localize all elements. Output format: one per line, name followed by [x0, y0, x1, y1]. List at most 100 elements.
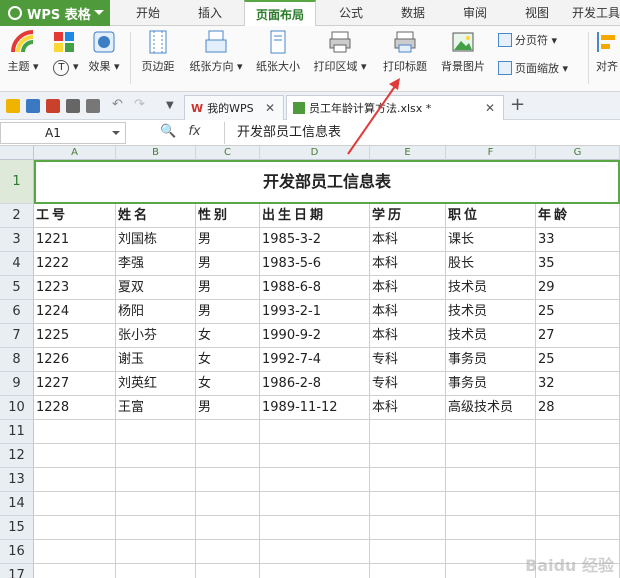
empty-cell[interactable]: [446, 468, 536, 492]
table-cell[interactable]: 张小芬: [116, 324, 196, 348]
row-header[interactable]: 1: [0, 160, 34, 204]
table-cell[interactable]: 1224: [34, 300, 116, 324]
table-cell[interactable]: 专科: [370, 348, 446, 372]
row-header[interactable]: 10: [0, 396, 34, 420]
empty-cell[interactable]: [536, 492, 620, 516]
table-cell[interactable]: 男: [196, 300, 260, 324]
table-cell[interactable]: 技术员: [446, 300, 536, 324]
empty-cell[interactable]: [196, 564, 260, 578]
table-cell[interactable]: 女: [196, 348, 260, 372]
customize-dropdown-icon[interactable]: ▼: [166, 100, 180, 114]
empty-cell[interactable]: [34, 420, 116, 444]
table-cell[interactable]: 25: [536, 348, 620, 372]
row-header[interactable]: 12: [0, 444, 34, 468]
orientation-button[interactable]: 纸张方向 ▾: [186, 30, 246, 74]
empty-cell[interactable]: [196, 516, 260, 540]
print-title-button[interactable]: 打印标题: [378, 30, 432, 74]
column-title-cell[interactable]: 职位: [446, 204, 536, 228]
column-title-cell[interactable]: 姓名: [116, 204, 196, 228]
table-cell[interactable]: 1993-2-1: [260, 300, 370, 324]
margin-button[interactable]: 页边距: [138, 30, 178, 74]
empty-cell[interactable]: [446, 444, 536, 468]
empty-cell[interactable]: [116, 420, 196, 444]
table-cell[interactable]: 课长: [446, 228, 536, 252]
column-header[interactable]: F: [446, 146, 536, 160]
table-cell[interactable]: 李强: [116, 252, 196, 276]
table-cell[interactable]: 35: [536, 252, 620, 276]
table-cell[interactable]: 1985-3-2: [260, 228, 370, 252]
row-header[interactable]: 14: [0, 492, 34, 516]
tab-insert[interactable]: 插入: [182, 0, 238, 26]
empty-cell[interactable]: [116, 468, 196, 492]
align-button[interactable]: 对齐: [592, 30, 620, 74]
tab-review[interactable]: 审阅: [448, 0, 502, 26]
empty-cell[interactable]: [370, 516, 446, 540]
table-cell[interactable]: 1986-2-8: [260, 372, 370, 396]
tab-data[interactable]: 数据: [386, 0, 440, 26]
table-cell[interactable]: 杨阳: [116, 300, 196, 324]
table-cell[interactable]: 1221: [34, 228, 116, 252]
column-header[interactable]: E: [370, 146, 446, 160]
zoom-icon[interactable]: 🔍: [160, 124, 176, 139]
theme-button[interactable]: 主题 ▾: [6, 30, 40, 74]
column-header[interactable]: G: [536, 146, 620, 160]
tab-view[interactable]: 视图: [510, 0, 564, 26]
row-header[interactable]: 17: [0, 564, 34, 578]
table-cell[interactable]: 1988-6-8: [260, 276, 370, 300]
empty-cell[interactable]: [446, 564, 536, 578]
save-icon[interactable]: [26, 99, 40, 113]
undo-icon[interactable]: ↶: [112, 97, 126, 112]
table-cell[interactable]: 1989-11-12: [260, 396, 370, 420]
tab-page-layout[interactable]: 页面布局: [244, 0, 316, 27]
table-cell[interactable]: 29: [536, 276, 620, 300]
empty-cell[interactable]: [34, 492, 116, 516]
open-folder-icon[interactable]: [6, 99, 20, 113]
tab-document[interactable]: 员工年龄计算方法.xlsx * ✕: [286, 95, 504, 120]
empty-cell[interactable]: [260, 420, 370, 444]
table-cell[interactable]: 25: [536, 300, 620, 324]
table-cell[interactable]: 1226: [34, 348, 116, 372]
export-pdf-icon[interactable]: [46, 99, 60, 113]
background-image-button[interactable]: 背景图片: [436, 30, 490, 74]
table-cell[interactable]: 技术员: [446, 276, 536, 300]
table-cell[interactable]: 1990-9-2: [260, 324, 370, 348]
row-header[interactable]: 6: [0, 300, 34, 324]
tab-home[interactable]: 开始: [120, 0, 176, 26]
theme-colors-button[interactable]: [48, 30, 80, 58]
row-header[interactable]: 4: [0, 252, 34, 276]
formula-input[interactable]: 开发部员工信息表: [224, 122, 620, 144]
print-preview-icon[interactable]: [86, 99, 100, 113]
empty-cell[interactable]: [260, 444, 370, 468]
font-theme-button[interactable]: T ▾: [48, 60, 84, 76]
tab-my-wps[interactable]: W 我的WPS ✕: [184, 95, 284, 120]
name-box[interactable]: A1: [0, 122, 126, 144]
table-cell[interactable]: 本科: [370, 396, 446, 420]
empty-cell[interactable]: [34, 564, 116, 578]
empty-cell[interactable]: [370, 420, 446, 444]
empty-cell[interactable]: [260, 540, 370, 564]
table-cell[interactable]: 女: [196, 324, 260, 348]
page-zoom-button[interactable]: 页面缩放 ▾: [498, 60, 568, 76]
paper-size-button[interactable]: 纸张大小: [252, 30, 304, 74]
app-menu-button[interactable]: WPS 表格: [0, 0, 110, 26]
empty-cell[interactable]: [34, 540, 116, 564]
table-cell[interactable]: 28: [536, 396, 620, 420]
table-cell[interactable]: 27: [536, 324, 620, 348]
effect-button[interactable]: 效果 ▾: [86, 30, 122, 74]
empty-cell[interactable]: [196, 468, 260, 492]
empty-cell[interactable]: [370, 492, 446, 516]
row-header[interactable]: 2: [0, 204, 34, 228]
table-cell[interactable]: 1228: [34, 396, 116, 420]
table-cell[interactable]: 本科: [370, 324, 446, 348]
table-cell[interactable]: 本科: [370, 228, 446, 252]
empty-cell[interactable]: [34, 468, 116, 492]
close-icon[interactable]: ✕: [265, 101, 275, 115]
column-header[interactable]: C: [196, 146, 260, 160]
table-cell[interactable]: 股长: [446, 252, 536, 276]
empty-cell[interactable]: [196, 492, 260, 516]
table-cell[interactable]: 夏双: [116, 276, 196, 300]
row-header[interactable]: 11: [0, 420, 34, 444]
empty-cell[interactable]: [116, 540, 196, 564]
row-header[interactable]: 5: [0, 276, 34, 300]
row-header[interactable]: 15: [0, 516, 34, 540]
